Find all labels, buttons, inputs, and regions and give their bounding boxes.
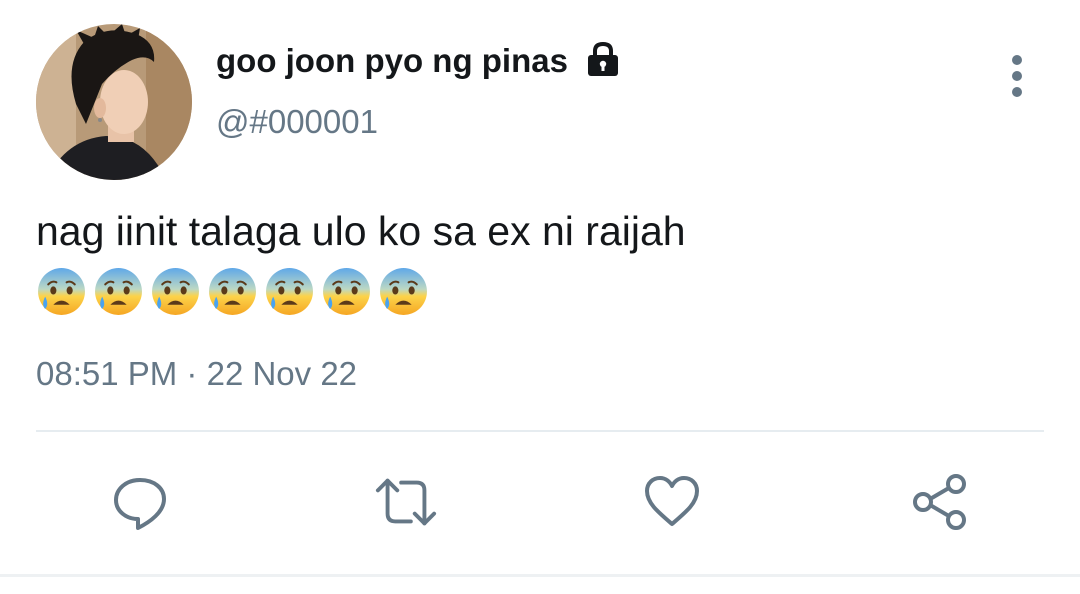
anxious-face-with-sweat-icon [209, 267, 256, 315]
avatar[interactable] [36, 24, 192, 180]
share-icon [913, 474, 966, 530]
lock-icon [584, 40, 622, 78]
like-button[interactable] [640, 470, 704, 534]
user-handle[interactable]: @#000001 [216, 103, 378, 141]
tweet-time: 08:51 PM [36, 355, 178, 392]
display-name-row[interactable]: goo joon pyo ng pinas [216, 40, 622, 80]
anxious-face-with-sweat-icon [38, 267, 85, 315]
anxious-face-with-sweat-icon [380, 267, 427, 315]
retweet-icon [375, 478, 437, 526]
profile-photo [36, 24, 192, 180]
vertical-ellipsis-icon[interactable] [1000, 54, 1034, 98]
share-button[interactable] [908, 470, 972, 534]
reply-icon [114, 478, 166, 530]
anxious-face-with-sweat-icon [266, 267, 313, 315]
tweet-date: 22 Nov 22 [206, 355, 358, 392]
anxious-face-with-sweat-icon [152, 267, 199, 315]
reply-button[interactable] [108, 470, 172, 534]
bottom-divider [0, 574, 1080, 577]
timestamp-separator: · [186, 355, 198, 392]
display-name[interactable]: goo joon pyo ng pinas [216, 42, 568, 80]
action-bar [0, 470, 1080, 534]
tweet-text: nag iinit talaga ulo ko sa ex ni raijah [36, 203, 1036, 317]
emoji-group [36, 266, 435, 317]
retweet-button[interactable] [374, 470, 438, 534]
tweet-body: nag iinit talaga ulo ko sa ex ni raijah [36, 208, 686, 254]
timestamp: 08:51 PM · 22 Nov 22 [36, 355, 357, 393]
heart-icon [645, 476, 699, 526]
anxious-face-with-sweat-icon [95, 267, 142, 315]
anxious-face-with-sweat-icon [323, 267, 370, 315]
divider [36, 430, 1044, 432]
